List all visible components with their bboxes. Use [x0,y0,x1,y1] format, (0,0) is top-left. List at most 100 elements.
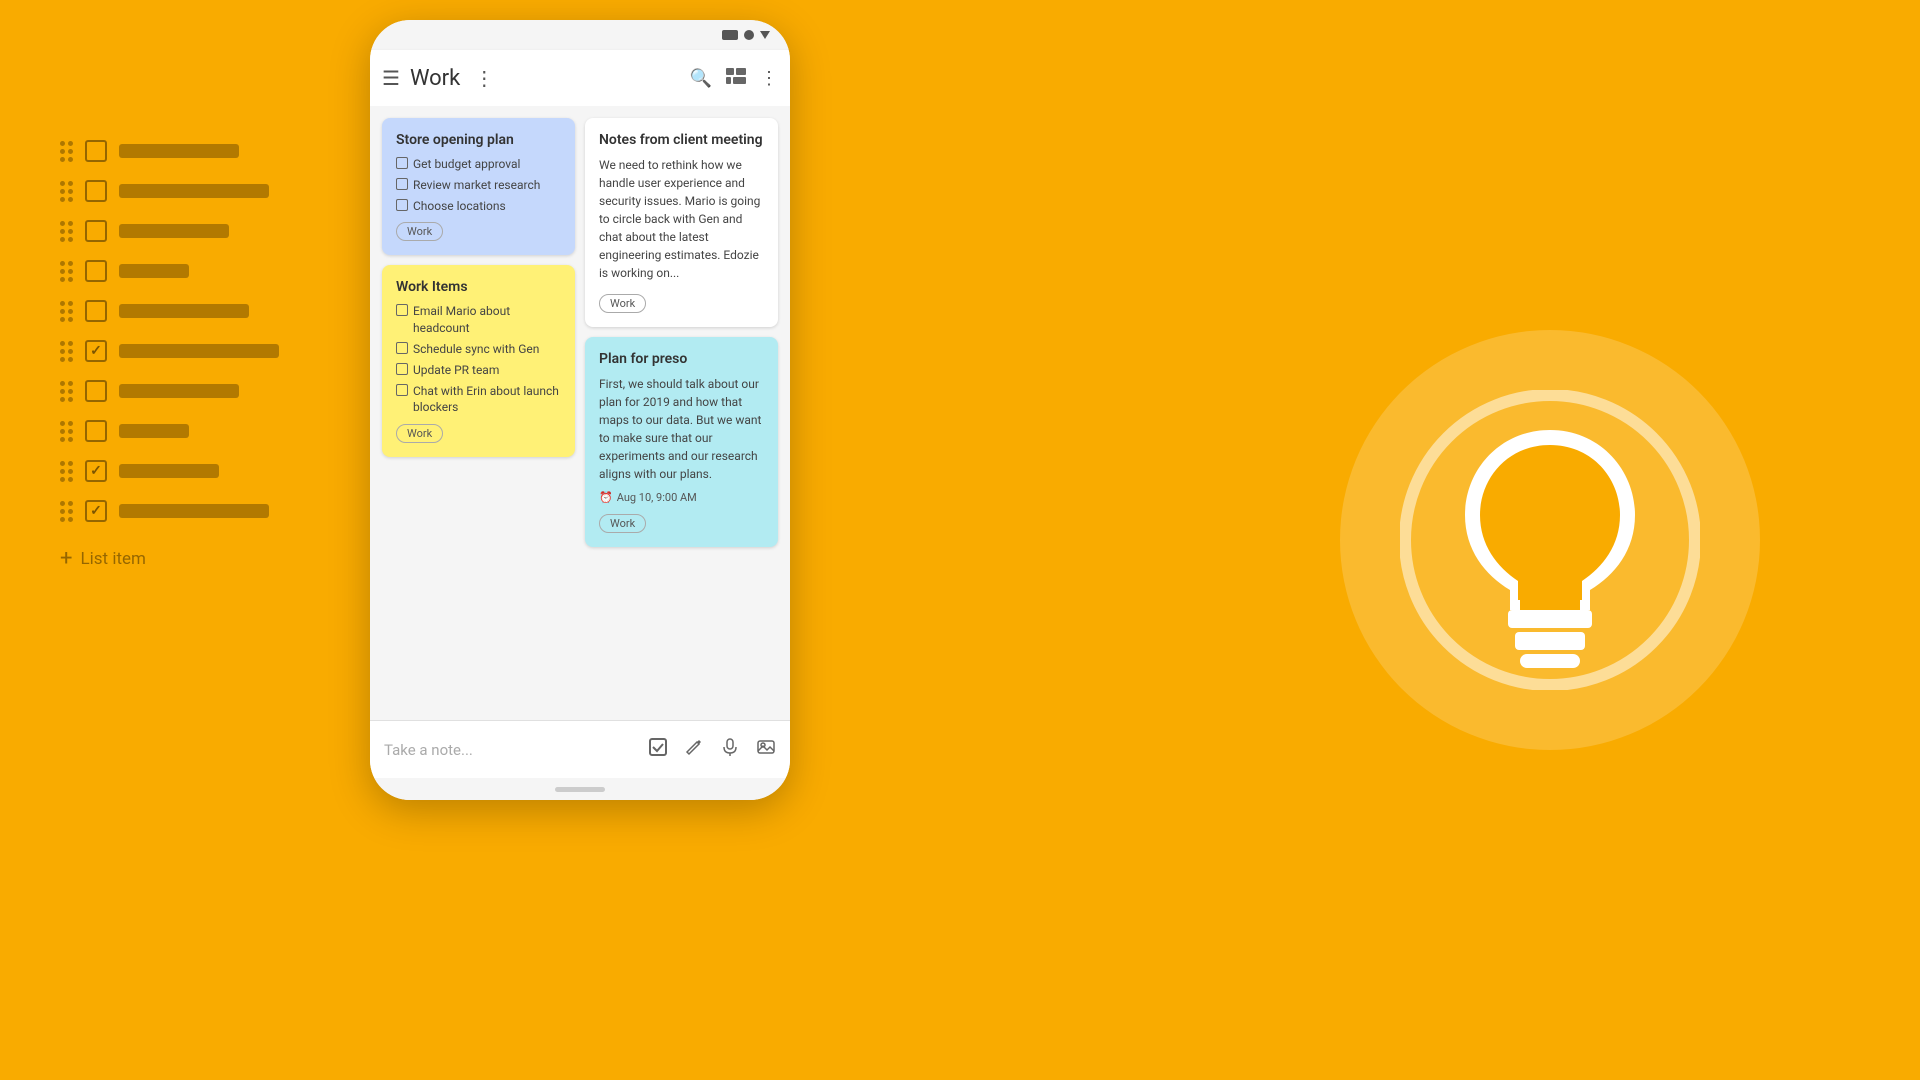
list-row [60,340,279,362]
list-row [60,140,279,162]
list-checkbox[interactable] [85,140,107,162]
header-right: 🔍 ⋮ [690,68,778,89]
network-icon [760,31,770,39]
note-reminder: ⏰ Aug 10, 9:00 AM [599,491,764,504]
drag-handle-icon[interactable] [60,181,73,202]
phone-mockup: ☰ Work ⋮ 🔍 ⋮ Store opening plan [370,20,790,800]
drag-handle-icon[interactable] [60,381,73,402]
note-item: Choose locations [396,198,561,215]
drag-handle-icon[interactable] [60,221,73,242]
note-body: We need to rethink how we handle user ex… [599,156,764,282]
checkbox-icon [396,342,408,354]
take-note-input[interactable]: Take a note... [384,741,640,759]
note-tag[interactable]: Work [396,424,443,443]
drag-handle-icon[interactable] [60,141,73,162]
note-item: Update PR team [396,362,561,379]
list-row [60,380,279,402]
list-checkbox[interactable] [85,340,107,362]
header-overflow-icon[interactable]: ⋮ [474,66,494,90]
note-store-plan[interactable]: Store opening plan Get budget approval R… [382,118,575,255]
phone-status-bar [370,20,790,50]
note-item: Review market research [396,177,561,194]
notes-content: Store opening plan Get budget approval R… [370,106,790,720]
search-icon[interactable]: 🔍 [690,68,712,89]
keep-logo-container [1340,330,1760,750]
bottom-icons [648,737,776,762]
add-icon: + [60,546,72,571]
list-item-text-bar [119,424,189,438]
list-item-text-bar [119,304,249,318]
list-item-text-bar [119,504,269,518]
note-title: Notes from client meeting [599,132,764,148]
view-toggle-icon[interactable] [726,68,746,89]
note-tag[interactable]: Work [396,222,443,241]
note-work-items[interactable]: Work Items Email Mario about headcount S… [382,265,575,457]
note-tag[interactable]: Work [599,514,646,533]
drag-handle-icon[interactable] [60,461,73,482]
list-checkbox[interactable] [85,500,107,522]
add-label: List item [80,549,145,569]
list-item-text-bar [119,344,279,358]
list-checkbox[interactable] [85,460,107,482]
signal-icon [722,30,738,40]
drag-handle-icon[interactable] [60,421,73,442]
app-header: ☰ Work ⋮ 🔍 ⋮ [370,50,790,106]
header-title: Work [410,66,460,91]
logo-circle [1340,330,1760,750]
drag-handle-icon[interactable] [60,261,73,282]
note-body: First, we should talk about our plan for… [599,375,764,483]
drag-handle-icon[interactable] [60,301,73,322]
note-tag[interactable]: Work [599,294,646,313]
clock-icon: ⏰ [599,491,613,504]
note-title: Store opening plan [396,132,561,148]
left-checklist: + List item [60,140,279,571]
wifi-icon [744,30,754,40]
list-item-text-bar [119,144,239,158]
note-item: Schedule sync with Gen [396,341,561,358]
list-item-text-bar [119,184,269,198]
note-item: Email Mario about headcount [396,303,561,337]
keep-lightbulb-icon [1400,390,1700,690]
note-plan-preso[interactable]: Plan for preso First, we should talk abo… [585,337,778,547]
note-client-meeting[interactable]: Notes from client meeting We need to ret… [585,118,778,327]
list-item-text-bar [119,264,189,278]
list-row [60,420,279,442]
list-checkbox[interactable] [85,380,107,402]
list-checkbox[interactable] [85,260,107,282]
list-item-text-bar [119,464,219,478]
note-title: Plan for preso [599,351,764,367]
checkbox-icon [396,384,408,396]
checkbox-icon [396,157,408,169]
home-bar [555,787,605,792]
bottom-bar: Take a note... [370,720,790,778]
list-item-text-bar [119,384,239,398]
notes-column-2: Notes from client meeting We need to ret… [585,118,778,708]
checkbox-add-icon[interactable] [648,737,668,762]
drag-handle-icon[interactable] [60,501,73,522]
drag-handle-icon[interactable] [60,341,73,362]
list-row [60,260,279,282]
list-row [60,300,279,322]
more-options-icon[interactable]: ⋮ [760,68,778,89]
list-row [60,500,279,522]
list-checkbox[interactable] [85,300,107,322]
list-row [60,220,279,242]
checkbox-icon [396,363,408,375]
list-checkbox[interactable] [85,420,107,442]
note-item: Get budget approval [396,156,561,173]
header-left: ☰ Work ⋮ [382,66,690,91]
list-row [60,180,279,202]
list-row [60,460,279,482]
notes-column-1: Store opening plan Get budget approval R… [382,118,575,708]
checkbox-icon [396,304,408,316]
list-item-text-bar [119,224,229,238]
list-checkbox[interactable] [85,180,107,202]
note-item: Chat with Erin about launch blockers [396,383,561,417]
mic-icon[interactable] [720,737,740,762]
image-icon[interactable] [756,737,776,762]
checkbox-icon [396,199,408,211]
draw-icon[interactable] [684,737,704,762]
hamburger-icon[interactable]: ☰ [382,66,400,90]
list-checkbox[interactable] [85,220,107,242]
add-list-item-row[interactable]: + List item [60,546,279,571]
